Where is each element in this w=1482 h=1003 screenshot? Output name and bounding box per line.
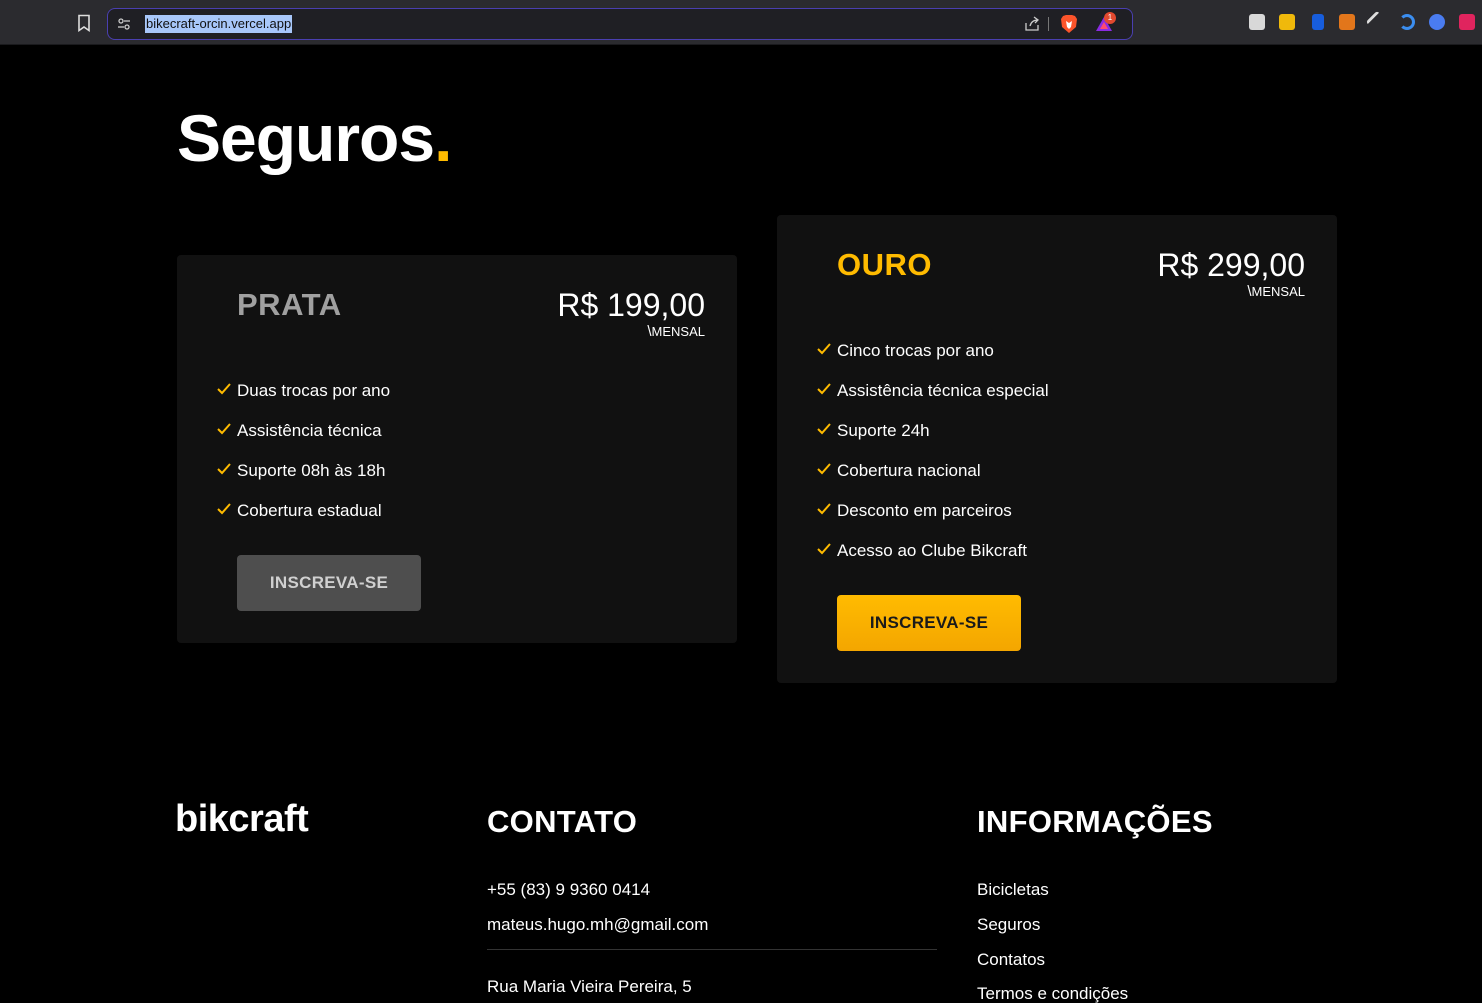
contact-divider	[487, 949, 937, 950]
feature-list: Duas trocas por ano Assistência técnica …	[217, 371, 390, 531]
site-info-icon[interactable]	[116, 16, 132, 32]
contact-phone: +55 (83) 9 9360 0414	[487, 880, 651, 899]
footer-link-bicicletas[interactable]: Bicicletas	[977, 880, 1049, 900]
check-icon	[217, 423, 231, 435]
brave-shield-icon[interactable]	[1060, 14, 1078, 34]
plan-period-text: MENSAL	[651, 324, 705, 339]
check-icon	[217, 503, 231, 515]
extension-metamask-icon[interactable]	[1339, 14, 1355, 30]
extension-circle-icon[interactable]	[1429, 14, 1445, 30]
plan-name: PRATA	[237, 287, 342, 322]
page-title: Seguros.	[177, 98, 452, 178]
feature-item: Cobertura estadual	[217, 491, 390, 531]
extension-eyedropper-icon[interactable]	[1365, 10, 1389, 34]
footer-logo[interactable]: bikcraft	[175, 798, 309, 841]
informacoes-heading: INFORMAÇÕES	[977, 804, 1213, 839]
extension-printer-icon[interactable]	[1249, 14, 1265, 30]
page-title-dot: .	[434, 101, 452, 175]
url-text[interactable]: bikecraft-orcin.vercel.app	[145, 15, 293, 33]
notification-badge: 1	[1104, 12, 1116, 24]
feature-list: Cinco trocas por ano Assistência técnica…	[817, 331, 1049, 571]
extension-pause-icon[interactable]	[1459, 14, 1475, 30]
plan-price: R$ 299,00	[1157, 247, 1305, 283]
extension-bitwarden-icon[interactable]	[1312, 14, 1324, 30]
plan-name: OURO	[837, 247, 932, 282]
contact-address: Rua Maria Vieira Pereira, 5	[487, 977, 692, 996]
plan-card-ouro: OURO R$ 299,00 MENSAL Cinco trocas por a…	[777, 215, 1337, 683]
toolbar-separator	[1048, 17, 1049, 31]
feature-item: Suporte 24h	[817, 411, 1049, 451]
check-icon	[817, 503, 831, 515]
check-icon	[817, 423, 831, 435]
extension-binance-icon[interactable]	[1279, 14, 1295, 30]
footer-link-seguros[interactable]: Seguros	[977, 915, 1040, 935]
extension-wave-icon[interactable]	[1399, 14, 1415, 30]
feature-item: Desconto em parceiros	[817, 491, 1049, 531]
plan-card-prata: PRATA R$ 199,00 MENSAL Duas trocas por a…	[177, 255, 737, 643]
check-icon	[817, 543, 831, 555]
check-icon	[217, 463, 231, 475]
feature-text: Desconto em parceiros	[837, 501, 1012, 520]
check-icon	[817, 383, 831, 395]
feature-text: Suporte 08h às 18h	[237, 461, 386, 480]
plan-period: MENSAL	[1247, 283, 1305, 300]
footer-link-contatos[interactable]: Contatos	[977, 950, 1045, 970]
browser-toolbar: bikecraft-orcin.vercel.app 1	[0, 0, 1482, 45]
address-bar[interactable]: bikecraft-orcin.vercel.app 1	[107, 8, 1133, 40]
feature-item: Suporte 08h às 18h	[217, 451, 390, 491]
feature-text: Cobertura estadual	[237, 501, 382, 520]
plan-period-text: MENSAL	[1251, 284, 1305, 299]
feature-text: Suporte 24h	[837, 421, 930, 440]
contact-email: mateus.hugo.mh@gmail.com	[487, 915, 709, 934]
feature-item: Assistência técnica especial	[817, 371, 1049, 411]
feature-text: Assistência técnica especial	[837, 381, 1049, 400]
feature-item: Assistência técnica	[217, 411, 390, 451]
check-icon	[217, 383, 231, 395]
footer-link-termos[interactable]: Termos e condições	[977, 984, 1128, 1003]
bookmark-icon[interactable]	[76, 14, 92, 32]
feature-text: Cobertura nacional	[837, 461, 981, 480]
feature-text: Cinco trocas por ano	[837, 341, 994, 360]
feature-item: Cinco trocas por ano	[817, 331, 1049, 371]
feature-text: Assistência técnica	[237, 421, 382, 440]
feature-text: Duas trocas por ano	[237, 381, 391, 400]
feature-item: Acesso ao Clube Bikcraft	[817, 531, 1049, 571]
contato-heading: CONTATO	[487, 804, 638, 839]
feature-item: Duas trocas por ano	[217, 371, 390, 411]
subscribe-button-ouro[interactable]: INSCREVA-SE	[837, 595, 1021, 651]
feature-text: Acesso ao Clube Bikcraft	[837, 541, 1027, 560]
check-icon	[817, 463, 831, 475]
check-icon	[817, 343, 831, 355]
plan-price: R$ 199,00	[557, 287, 705, 323]
subscribe-button-prata[interactable]: INSCREVA-SE	[237, 555, 421, 611]
page-title-text: Seguros	[177, 101, 435, 175]
share-icon[interactable]	[1024, 16, 1040, 32]
feature-item: Cobertura nacional	[817, 451, 1049, 491]
plan-period: MENSAL	[647, 323, 705, 340]
